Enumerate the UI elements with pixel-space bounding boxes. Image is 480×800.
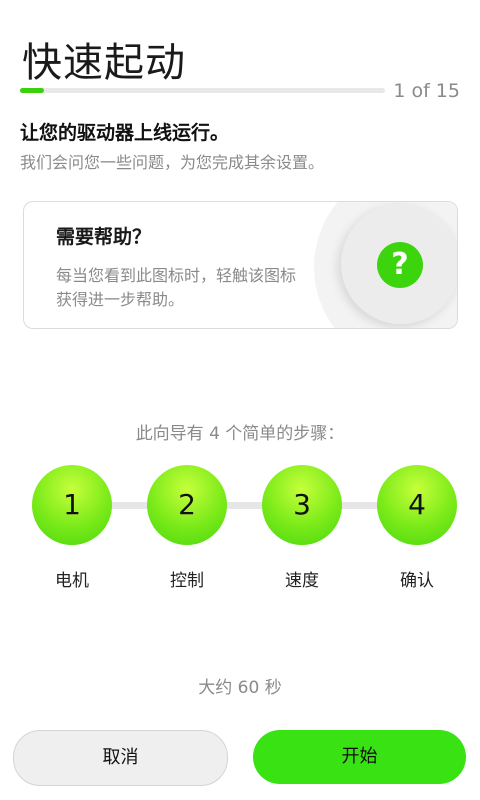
help-card-text: 每当您看到此图标时，轻触该图标获得进一步帮助。 xyxy=(56,266,297,309)
steps-intro: 此向导有 4 个简单的步骤： xyxy=(135,424,345,444)
progress-text: 1 of 15 xyxy=(393,80,460,102)
question-mark-icon[interactable]: ? xyxy=(377,242,423,288)
start-button[interactable]: 开始 xyxy=(253,730,466,784)
section-description: 我们会问您一些问题，为您完成其余设置。 xyxy=(20,153,325,172)
step-2-circle: 2 xyxy=(147,465,227,545)
progress-fill xyxy=(20,88,44,93)
section-subtitle: 让您的驱动器上线运行。 xyxy=(20,122,230,144)
help-card-title: 需要帮助？ xyxy=(56,226,152,248)
step-1-label: 电机 xyxy=(55,571,89,591)
step-4-circle: 4 xyxy=(377,465,457,545)
step-1-circle: 1 xyxy=(32,465,112,545)
help-card: 需要帮助？ 每当您看到此图标时，轻触该图标获得进一步帮助。 ? xyxy=(23,201,458,329)
cancel-button[interactable]: 取消 xyxy=(13,730,228,786)
steps-connector-line xyxy=(80,502,420,509)
duration-text: 大约 60 秒 xyxy=(198,678,282,698)
step-3-circle: 3 xyxy=(262,465,342,545)
step-3-label: 速度 xyxy=(285,571,319,591)
page-title: 快速起动 xyxy=(22,40,186,86)
step-4-label: 确认 xyxy=(400,571,434,591)
progress-bar xyxy=(20,88,385,93)
step-2-label: 控制 xyxy=(170,571,204,591)
